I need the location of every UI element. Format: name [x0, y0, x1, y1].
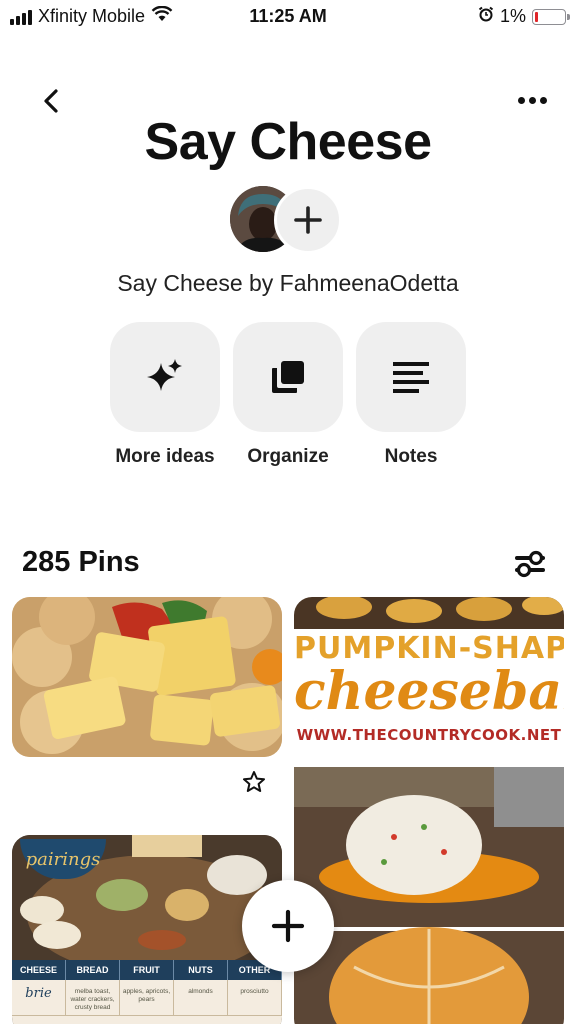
more-ideas-tile[interactable] — [110, 322, 220, 432]
table-cell: prosciutto — [228, 980, 282, 1015]
pin-title-block: PUMPKIN-SHAPED cheeseball WWW.THECOUNTRY… — [294, 631, 564, 744]
pairing-table: CHEESE BREAD FRUIT NUTS OTHER brie melba… — [12, 960, 282, 1024]
add-collaborator-button[interactable] — [274, 186, 342, 254]
organize-label: Organize — [247, 446, 329, 467]
filter-button[interactable] — [510, 546, 550, 582]
pin-url: WWW.THECOUNTRYCOOK.NET — [296, 726, 562, 744]
pairings-badge-text: pairings — [25, 848, 101, 870]
more-ideas-label: More ideas — [115, 446, 215, 467]
star-icon — [243, 771, 265, 792]
table-header-cell: NUTS — [174, 960, 228, 980]
table-row: brie melba toast, water crackers, crusty… — [12, 980, 282, 1016]
pin-cheese-crackers[interactable] — [12, 597, 282, 757]
table-cell: apples, apricots, pears — [120, 980, 174, 1015]
pin-image-bottom — [294, 767, 564, 1024]
pin-count: 285 Pins — [22, 546, 140, 578]
chevron-left-icon — [44, 89, 58, 113]
status-bar: Xfinity Mobile 11:25 AM 1% — [0, 0, 576, 34]
table-header-cell: CHEESE — [12, 960, 66, 980]
plus-icon — [271, 909, 305, 943]
table-cell: melba toast, water crackers, crusty brea… — [66, 980, 120, 1015]
board-title: Say Cheese — [144, 113, 432, 171]
notes-icon — [393, 362, 429, 393]
sparkle-icon — [147, 359, 182, 391]
collaborators — [228, 184, 348, 254]
table-header-cell: FRUIT — [120, 960, 174, 980]
notes-button[interactable]: Notes — [356, 322, 466, 468]
alarm-icon — [478, 6, 494, 27]
status-right: 1% — [478, 6, 570, 27]
pin-title-line-2: cheeseball — [294, 661, 564, 722]
filter-sliders-icon — [515, 550, 545, 578]
battery-icon — [532, 8, 570, 25]
pin-image-top — [294, 597, 564, 629]
organize-button[interactable]: Organize — [233, 322, 343, 468]
add-pin-button[interactable] — [242, 880, 334, 972]
ellipsis-icon — [517, 96, 525, 104]
notes-label: Notes — [384, 446, 438, 467]
more-options-button[interactable] — [514, 90, 550, 110]
notes-tile[interactable] — [356, 322, 466, 432]
organize-tile[interactable] — [233, 322, 343, 432]
table-cell: almonds — [174, 980, 228, 1015]
plus-icon — [294, 206, 322, 234]
more-ideas-button[interactable]: More ideas — [110, 322, 220, 468]
organize-icon — [272, 361, 304, 393]
table-cell: brie — [12, 980, 66, 1015]
pin-pumpkin-cheeseball[interactable]: PUMPKIN-SHAPED cheeseball WWW.THECOUNTRY… — [294, 597, 564, 1024]
table-header-cell: BREAD — [66, 960, 120, 980]
pin-image — [12, 597, 282, 757]
save-pin-button[interactable] — [238, 766, 270, 798]
board-owner-line: Say Cheese by FahmeenaOdetta — [117, 270, 459, 296]
battery-percent: 1% — [499, 6, 526, 26]
battery-level — [535, 11, 538, 22]
pairing-table-header: CHEESE BREAD FRUIT NUTS OTHER — [12, 960, 282, 980]
